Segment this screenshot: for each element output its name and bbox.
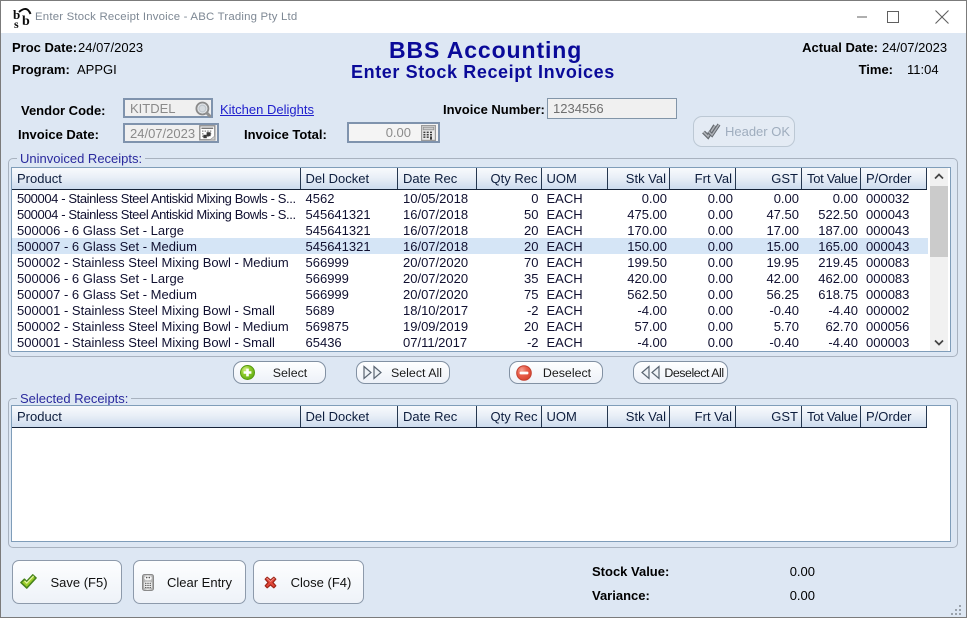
svg-text:s: s (14, 17, 19, 29)
svg-text:b: b (22, 14, 30, 29)
